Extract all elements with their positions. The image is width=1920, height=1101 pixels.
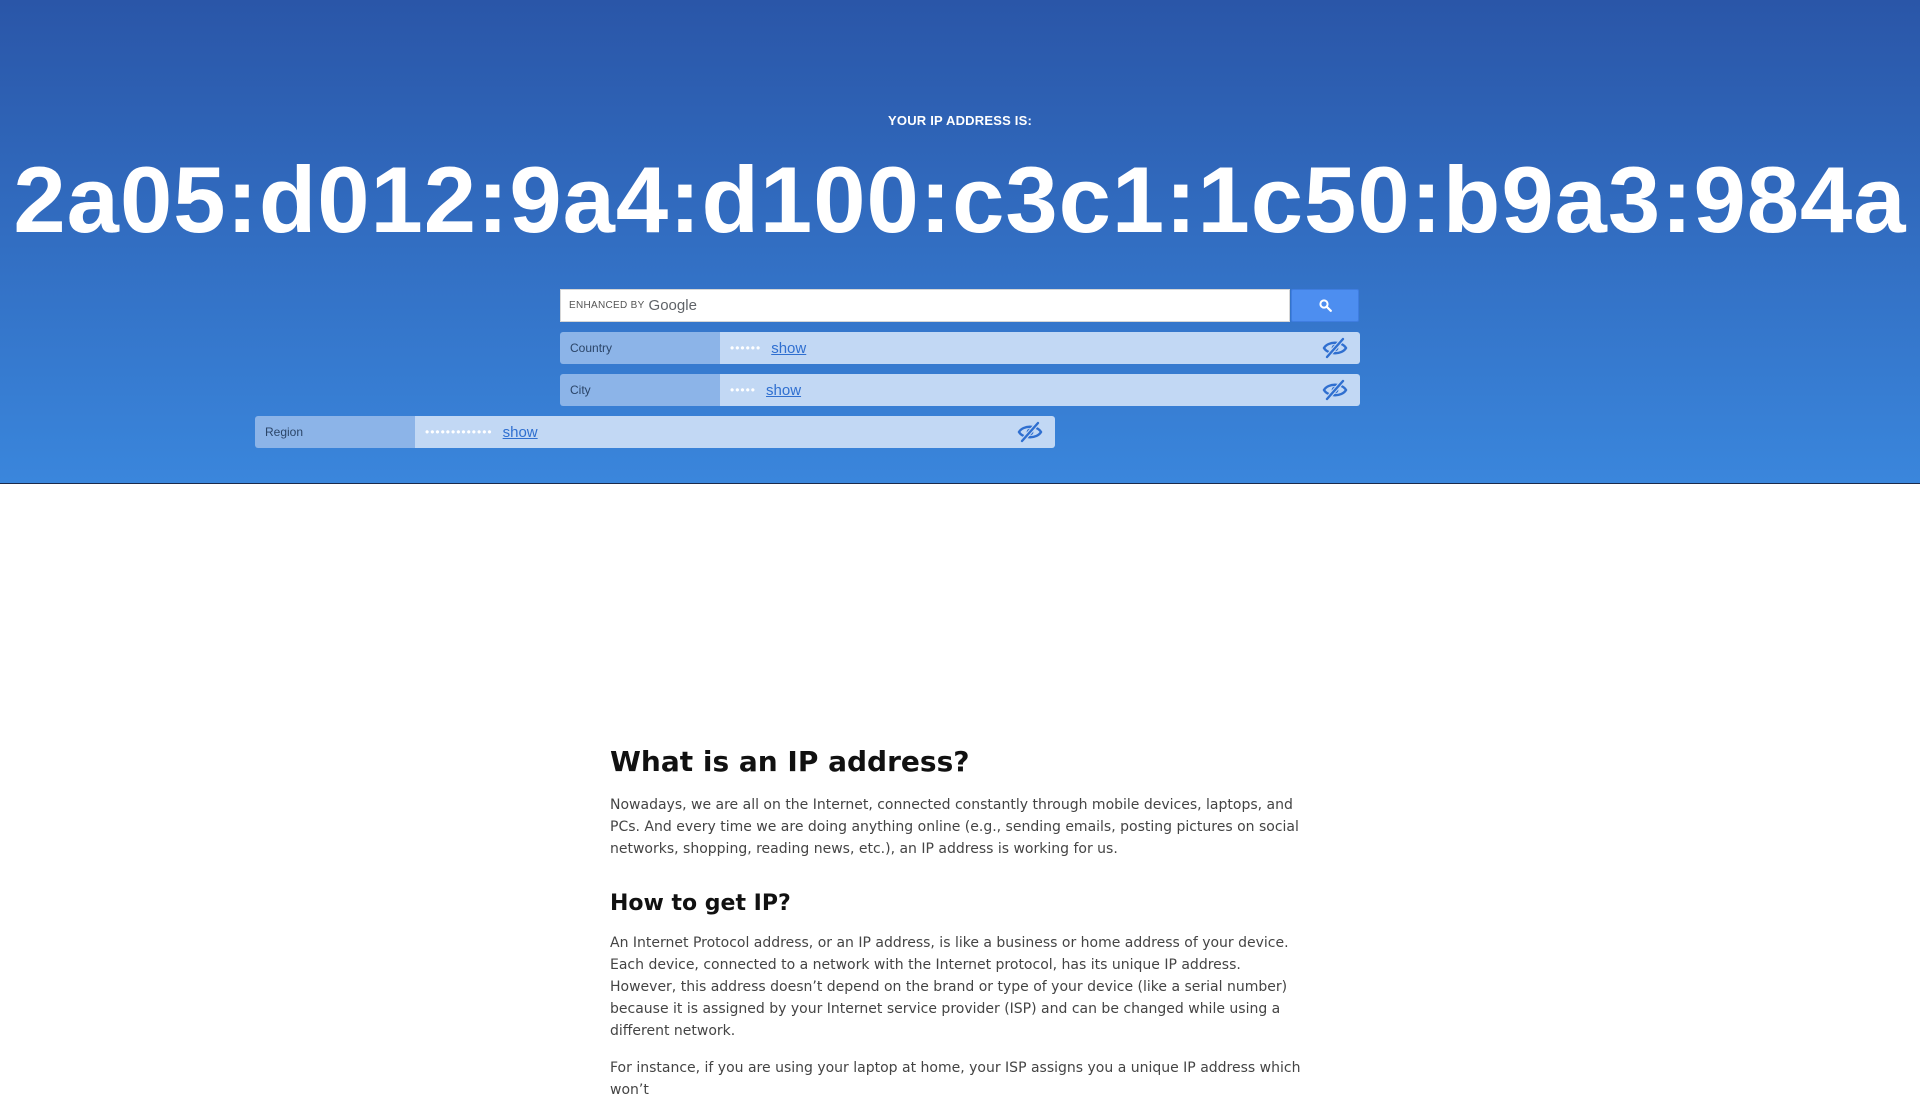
search-icon bbox=[1318, 299, 1332, 312]
city-label: City bbox=[560, 374, 720, 406]
country-masked-value: •••••• bbox=[730, 341, 762, 355]
info-row-city: City ••••• show bbox=[560, 374, 1360, 406]
country-label: Country bbox=[560, 332, 720, 364]
region-label: Region bbox=[255, 416, 415, 448]
eye-slash-icon[interactable] bbox=[1017, 421, 1043, 443]
ip-hero-banner: YOUR IP ADDRESS IS: 2a05:d012:9a4:d100:c… bbox=[0, 0, 1920, 484]
region-masked-value: ••••••••••••• bbox=[425, 425, 493, 439]
search-button[interactable] bbox=[1291, 289, 1359, 322]
region-show-link[interactable]: show bbox=[503, 424, 538, 441]
eye-slash-icon[interactable] bbox=[1322, 337, 1348, 359]
city-value-field: ••••• show bbox=[720, 374, 1360, 406]
what-is-ip-paragraph: Nowadays, we are all on the Internet, co… bbox=[610, 797, 1299, 857]
google-search-bar: ENHANCED BY Google bbox=[560, 289, 1359, 322]
search-input[interactable] bbox=[702, 290, 1289, 321]
how-to-get-ip-heading: How to get IP? bbox=[610, 891, 791, 916]
what-is-ip-heading: What is an IP address? bbox=[610, 745, 970, 778]
enhanced-by-text: ENHANCED BY bbox=[569, 300, 645, 311]
info-row-country: Country •••••• show bbox=[560, 332, 1360, 364]
ip-heading-label: YOUR IP ADDRESS IS: bbox=[888, 113, 1032, 128]
city-show-link[interactable]: show bbox=[766, 382, 801, 399]
how-to-get-ip-paragraph: An Internet Protocol address, or an IP a… bbox=[610, 935, 1289, 1039]
for-instance-paragraph: For instance, if you are using your lapt… bbox=[610, 1060, 1301, 1098]
region-value-field: ••••••••••••• show bbox=[415, 416, 1055, 448]
search-box[interactable]: ENHANCED BY Google bbox=[560, 289, 1290, 322]
search-branding: ENHANCED BY Google bbox=[569, 297, 697, 314]
country-value-field: •••••• show bbox=[720, 332, 1360, 364]
info-row-region: Region ••••••••••••• show bbox=[255, 416, 1055, 448]
article-content: What is an IP address? Nowadays, we are … bbox=[610, 742, 1310, 1101]
eye-slash-icon[interactable] bbox=[1322, 379, 1348, 401]
ip-address-value[interactable]: 2a05:d012:9a4:d100:c3c1:1c50:b9a3:984a bbox=[0, 148, 1920, 252]
city-masked-value: ••••• bbox=[730, 383, 757, 397]
google-wordmark: Google bbox=[648, 297, 697, 314]
country-show-link[interactable]: show bbox=[771, 340, 806, 357]
